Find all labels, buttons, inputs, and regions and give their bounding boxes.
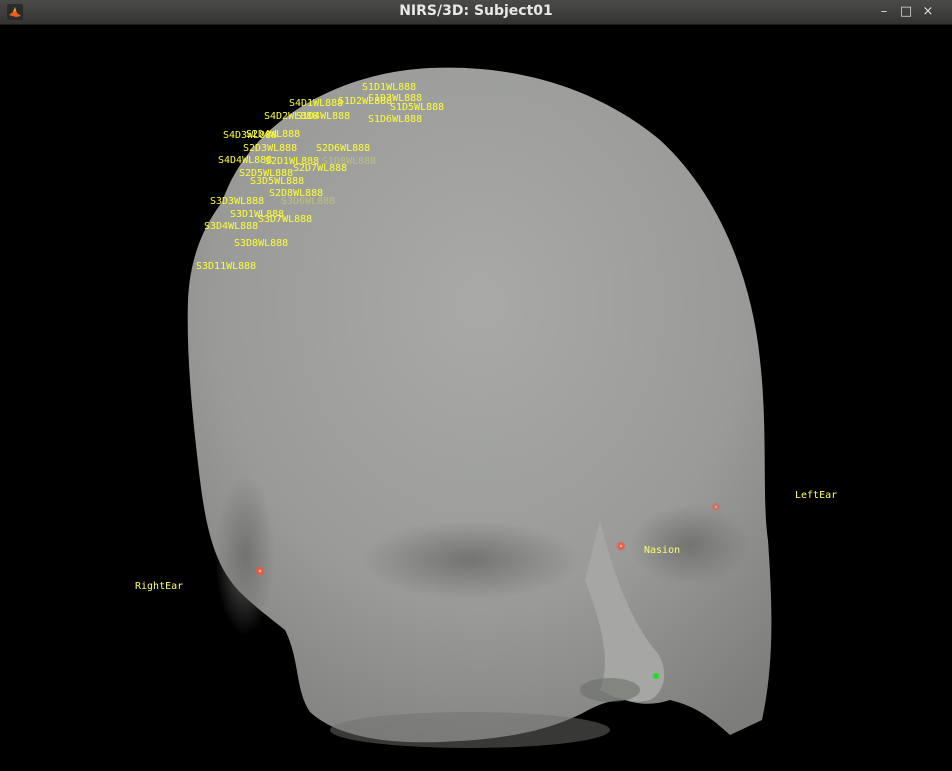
channel-label: S3D4WL888: [204, 221, 259, 232]
3d-viewport[interactable]: RightEar LeftEar Nasion S1D1WL888 S1D3WL…: [0, 25, 952, 771]
channel-label: S3D6WL888: [281, 196, 336, 207]
maximize-button[interactable]: □: [898, 4, 914, 20]
channel-label: S2D4WL888: [246, 129, 301, 140]
green-marker: [653, 673, 659, 679]
channel-label: S4D4WL888: [218, 155, 273, 166]
title-bar[interactable]: NIRS/3D: Subject01 – □ ×: [0, 0, 952, 25]
channel-label: S1D5WL888: [390, 102, 445, 113]
nasion-label: Nasion: [644, 545, 681, 556]
channel-label: S3D11WL888: [196, 261, 257, 272]
figure-window: NIRS/3D: Subject01 – □ × RightEar LeftEa…: [0, 0, 952, 771]
right-ear-label: RightEar: [135, 581, 184, 592]
channel-label: S2D7WL888: [293, 163, 348, 174]
head-surface-render[interactable]: [0, 25, 952, 771]
channel-label: S2D6WL888: [316, 143, 371, 154]
channel-label: S3D3WL888: [210, 196, 265, 207]
minimize-button[interactable]: –: [876, 4, 892, 20]
left-ear-label: LeftEar: [795, 490, 838, 501]
channel-label: S1D6WL888: [368, 114, 423, 125]
channel-label: S3D7WL888: [258, 214, 313, 225]
left-ear-marker: [711, 502, 721, 512]
channel-label: S3D5WL888: [250, 176, 305, 187]
nasion-marker: [616, 541, 626, 551]
channel-label: S1D2WL888: [338, 96, 393, 107]
right-ear-marker: [255, 566, 265, 576]
channel-label: S4D1WL888: [289, 98, 344, 109]
channel-label: S3D8WL888: [234, 238, 289, 249]
channel-label: S2D3WL888: [243, 143, 298, 154]
channel-label: S1D1WL888: [362, 82, 417, 93]
channel-label: S1D4WL888: [296, 111, 351, 122]
window-title: NIRS/3D: Subject01: [399, 3, 553, 19]
close-button[interactable]: ×: [920, 4, 936, 20]
